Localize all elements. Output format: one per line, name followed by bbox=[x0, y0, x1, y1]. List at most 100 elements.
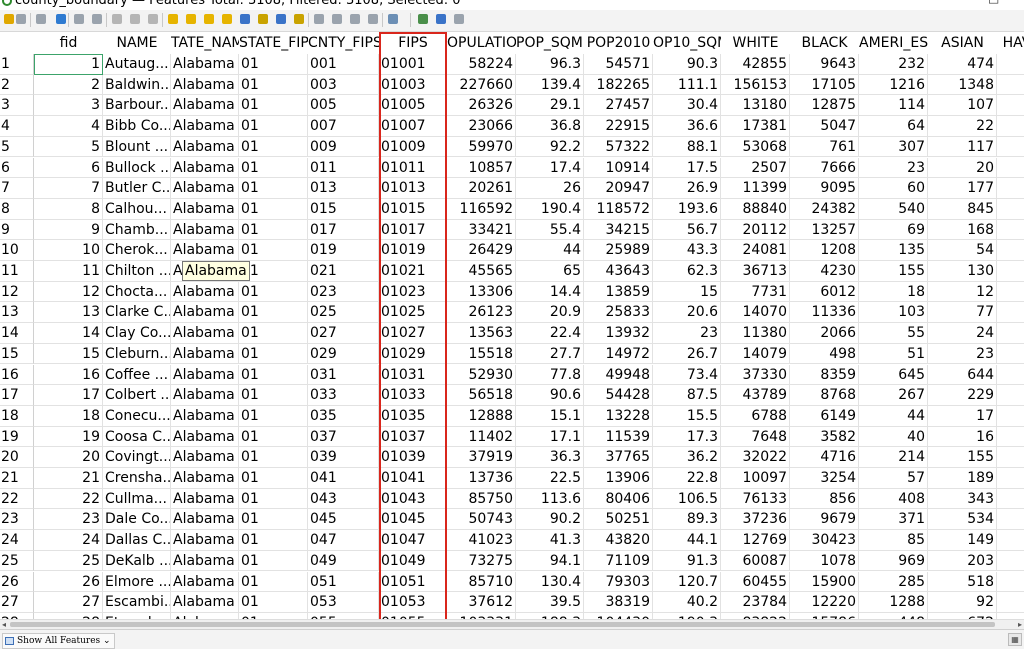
table-cell-ameri[interactable]: 44 bbox=[859, 405, 928, 427]
table-row[interactable]: 3 3 Barbour... Alabama 01 005 01005 26326 29.1 27… bbox=[0, 95, 1024, 117]
table-cell-pop[interactable]: 52930 bbox=[447, 364, 516, 386]
row-header[interactable]: 14 bbox=[0, 323, 34, 344]
table-row[interactable]: 6 6 Bullock ... Alabama 01 011 01011 10857 17.4 1… bbox=[0, 157, 1024, 179]
delete-feature-icon[interactable] bbox=[92, 14, 102, 24]
table-cell-asian[interactable]: 117 bbox=[928, 136, 997, 158]
table-cell-name[interactable]: Elmore ... bbox=[103, 571, 171, 593]
table-cell-p10[interactable]: 17.5 bbox=[653, 157, 721, 179]
table-cell-sqmi[interactable]: 139.4 bbox=[516, 74, 584, 96]
table-cell-hawn-pi[interactable] bbox=[997, 158, 1024, 179]
table-cell-name[interactable]: Crensha... bbox=[103, 468, 171, 489]
table-cell-asian[interactable]: 534 bbox=[928, 509, 997, 531]
table-row[interactable]: 22 22 Cullma... Alabama 01 043 01043 85750 113.6… bbox=[0, 488, 1024, 510]
table-cell-white[interactable]: 32022 bbox=[721, 447, 790, 468]
table-cell-sfips[interactable]: 01 bbox=[239, 74, 308, 96]
column-header-hawn-pi[interactable]: HAV bbox=[997, 32, 1024, 54]
table-cell-p10[interactable]: 15.5 bbox=[653, 405, 721, 427]
table-cell-p2010[interactable]: 54571 bbox=[584, 54, 653, 75]
row-header[interactable]: 19 bbox=[0, 426, 34, 448]
table-cell-cfips[interactable]: 041 bbox=[308, 468, 379, 489]
save-edits-icon[interactable] bbox=[36, 14, 46, 24]
table-cell-cfips[interactable]: 015 bbox=[308, 198, 379, 220]
table-cell-ameri[interactable]: 408 bbox=[859, 488, 928, 510]
table-cell-asian[interactable]: 177 bbox=[928, 178, 997, 199]
table-cell-white[interactable]: 6788 bbox=[721, 405, 790, 427]
table-cell-cfips[interactable]: 053 bbox=[308, 592, 379, 613]
table-cell-white[interactable]: 2507 bbox=[721, 157, 790, 179]
table-cell-ameri[interactable]: 540 bbox=[859, 198, 928, 220]
table-cell-p2010[interactable]: 80406 bbox=[584, 488, 653, 510]
column-header-population[interactable]: OPULATIO bbox=[447, 32, 516, 54]
row-header[interactable]: 7 bbox=[0, 178, 34, 199]
table-cell-ameri[interactable]: 232 bbox=[859, 54, 928, 75]
table-cell-name[interactable]: Clarke C... bbox=[103, 302, 171, 324]
table-cell-name[interactable]: Cherok... bbox=[103, 240, 171, 261]
table-cell-pop[interactable]: 45565 bbox=[447, 261, 516, 282]
table-cell-white[interactable]: 13180 bbox=[721, 95, 790, 117]
table-cell-p2010[interactable]: 13859 bbox=[584, 281, 653, 303]
table-cell-pop[interactable]: 20261 bbox=[447, 178, 516, 199]
table-cell-p10[interactable]: 120.7 bbox=[653, 571, 721, 593]
table-cell-sqmi[interactable]: 29.1 bbox=[516, 95, 584, 117]
table-cell-ameri[interactable]: 969 bbox=[859, 550, 928, 572]
dock-mode-icon[interactable]: ▦ bbox=[1008, 633, 1022, 646]
table-cell-hawn-pi[interactable] bbox=[997, 530, 1024, 551]
table-cell-name[interactable]: Escambi... bbox=[103, 592, 171, 613]
minimize-button[interactable]: — bbox=[940, 0, 952, 4]
row-header[interactable]: 4 bbox=[0, 116, 34, 137]
table-cell-fips[interactable]: 01019 bbox=[379, 240, 447, 261]
table-cell-fips[interactable]: 01003 bbox=[379, 74, 447, 96]
table-cell-pop[interactable]: 73275 bbox=[447, 550, 516, 572]
table-cell-black[interactable]: 13257 bbox=[790, 219, 859, 241]
table-cell-ameri[interactable]: 40 bbox=[859, 426, 928, 448]
table-cell-white[interactable]: 37330 bbox=[721, 364, 790, 386]
table-cell-cfips[interactable]: 029 bbox=[308, 343, 379, 365]
table-cell-state[interactable]: Alabama bbox=[171, 281, 239, 303]
table-cell-p10[interactable]: 26.9 bbox=[653, 178, 721, 199]
scroll-right-icon[interactable]: ▸ bbox=[1018, 620, 1022, 629]
table-cell-asian[interactable]: 92 bbox=[928, 592, 997, 613]
paste-rows-icon[interactable] bbox=[332, 14, 342, 24]
table-cell-fips[interactable]: 01047 bbox=[379, 530, 447, 551]
pan-to-selection-icon[interactable] bbox=[276, 14, 286, 24]
table-cell-hawn-pi[interactable] bbox=[997, 385, 1024, 406]
table-cell-fips[interactable]: 01035 bbox=[379, 405, 447, 427]
table-cell-p10[interactable]: 40.2 bbox=[653, 592, 721, 613]
column-header-state-fips[interactable]: STATE_FIPS bbox=[239, 32, 308, 54]
table-cell-sqmi[interactable]: 90.6 bbox=[516, 385, 584, 406]
table-cell-white[interactable]: 60087 bbox=[721, 550, 790, 572]
table-cell-white[interactable]: 60455 bbox=[721, 571, 790, 593]
table-cell-black[interactable]: 30423 bbox=[790, 530, 859, 551]
table-cell-sfips[interactable]: 01 bbox=[239, 343, 308, 365]
row-header[interactable]: 12 bbox=[0, 281, 34, 303]
table-cell-state[interactable]: Alabama bbox=[171, 509, 239, 531]
table-cell-asian[interactable]: 149 bbox=[928, 530, 997, 551]
table-cell-hawn-pi[interactable] bbox=[997, 199, 1024, 220]
table-cell-hawn-pi[interactable] bbox=[997, 178, 1024, 199]
table-cell-p2010[interactable]: 10914 bbox=[584, 157, 653, 179]
table-cell-white[interactable]: 14070 bbox=[721, 302, 790, 324]
table-row[interactable]: 16 16 Coffee ... Alabama 01 031 01031 52930 77.8… bbox=[0, 364, 1024, 386]
table-row[interactable]: 17 17 Colbert ... Alabama 01 033 01033 56518 90.… bbox=[0, 385, 1024, 406]
table-cell-fid[interactable]: 25 bbox=[34, 550, 103, 572]
table-cell-black[interactable]: 498 bbox=[790, 343, 859, 365]
table-cell-sfips[interactable]: 01 bbox=[239, 509, 308, 531]
table-cell-p10[interactable]: 43.3 bbox=[653, 240, 721, 261]
table-cell-name[interactable]: Cleburn... bbox=[103, 343, 171, 365]
table-cell-fid[interactable]: 18 bbox=[34, 405, 103, 427]
table-cell-asian[interactable]: 107 bbox=[928, 95, 997, 117]
table-cell-p2010[interactable]: 25833 bbox=[584, 302, 653, 324]
table-cell-fid[interactable]: 3 bbox=[34, 95, 103, 117]
add-feature-icon[interactable] bbox=[74, 14, 84, 24]
table-cell-white[interactable]: 42855 bbox=[721, 54, 790, 75]
table-cell-sqmi[interactable]: 190.4 bbox=[516, 198, 584, 220]
table-cell-fid[interactable]: 22 bbox=[34, 488, 103, 510]
table-cell-fid[interactable]: 14 bbox=[34, 323, 103, 344]
table-cell-fid[interactable]: 24 bbox=[34, 530, 103, 551]
table-cell-sqmi[interactable]: 130.4 bbox=[516, 571, 584, 593]
table-cell-pop[interactable]: 26326 bbox=[447, 95, 516, 117]
table-cell-black[interactable]: 12220 bbox=[790, 592, 859, 613]
column-header-white[interactable]: WHITE bbox=[721, 32, 790, 54]
table-cell-name[interactable]: Dallas C... bbox=[103, 530, 171, 551]
table-cell-p2010[interactable]: 13932 bbox=[584, 323, 653, 344]
